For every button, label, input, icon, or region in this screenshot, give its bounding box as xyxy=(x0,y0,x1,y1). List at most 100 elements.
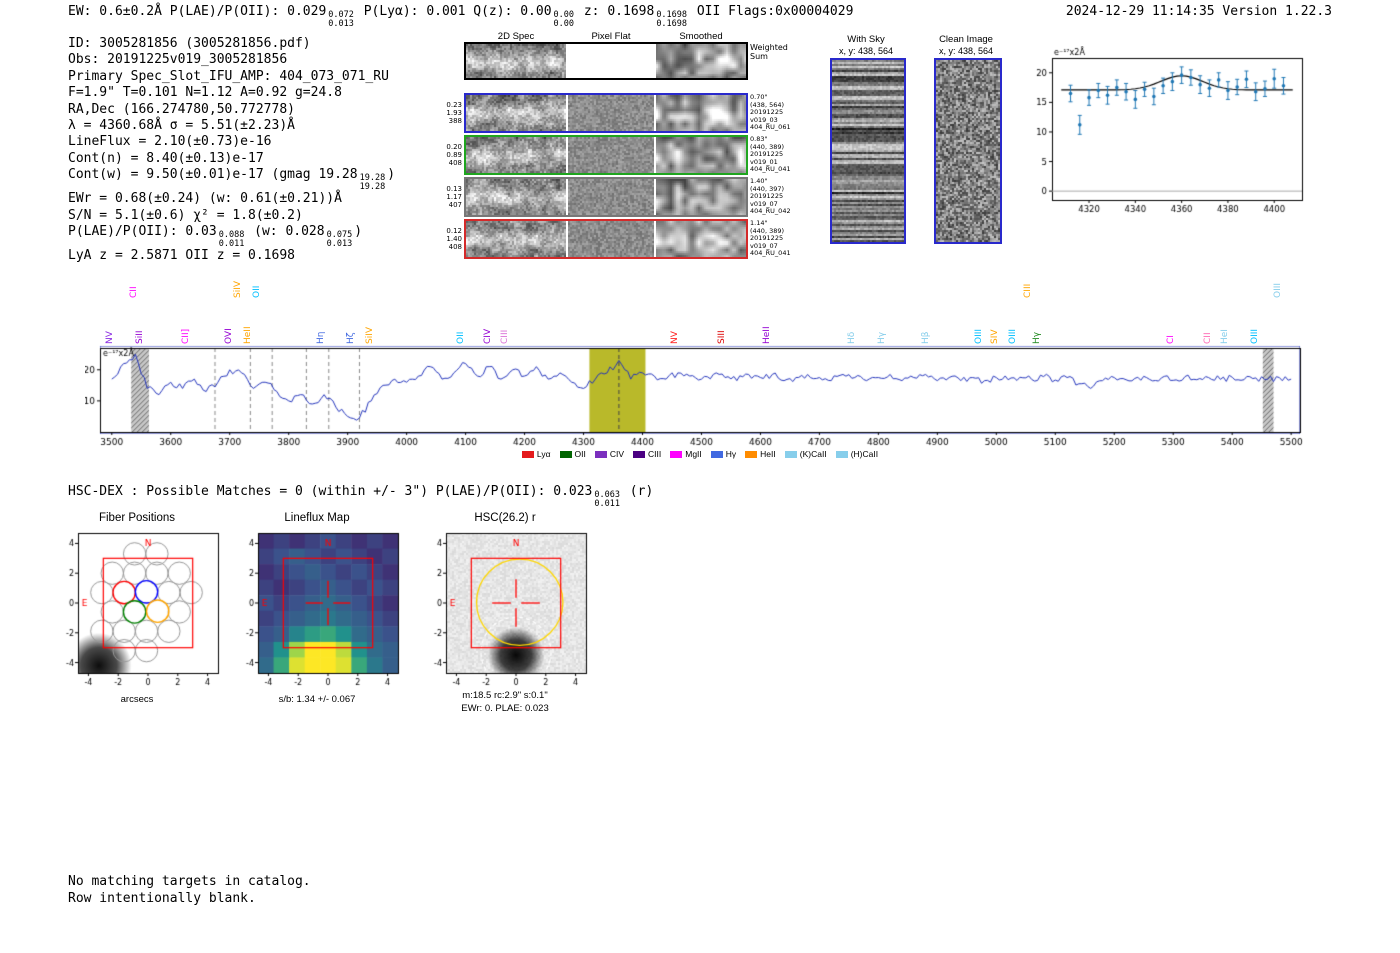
info-line: S/N = 5.1(±0.6) χ² = 1.8(±0.2) xyxy=(68,207,303,223)
2d-spec-row xyxy=(464,93,748,133)
cutout-row-stats: 0.23 1.93 388 xyxy=(446,101,462,125)
cutout-col-title-smoothed: Smoothed xyxy=(679,31,723,42)
info-line: LineFlux = 2.10(±0.73)e-16 xyxy=(68,134,272,150)
info-line: RA,Dec (166.274780,50.772778) xyxy=(68,101,295,117)
smoothed-cell xyxy=(656,137,746,173)
footer-line-1: No matching targets in catalog. xyxy=(68,874,311,889)
hsc-image-xlabel-1: m:18.5 rc:2.9" s:0.1" xyxy=(462,690,548,701)
cutout-row-stats: 0.20 0.89 408 xyxy=(446,143,462,167)
legend-swatch xyxy=(835,450,848,458)
2d-spec-row xyxy=(464,42,748,80)
lineflux-map-title: Lineflux Map xyxy=(284,512,350,524)
legend-item: CIV xyxy=(594,449,624,459)
legend-item: MgII xyxy=(670,449,702,459)
legend-swatch xyxy=(521,450,534,458)
cutout-row-stats: 0.12 1.40 408 xyxy=(446,227,462,251)
legend-item: CIII xyxy=(633,449,661,459)
2d-spec-cell xyxy=(466,221,566,257)
with-sky-coords: x, y: 438, 564 xyxy=(838,46,894,56)
lineflux-map-xlabel: s/b: 1.34 +/- 0.067 xyxy=(278,694,356,705)
legend-item: OII xyxy=(559,449,586,459)
2d-spec-cell xyxy=(466,137,566,173)
fiber-positions-title: Fiber Positions xyxy=(98,512,176,524)
report-datetime: 2024-12-29 11:14:35 Version 1.22.3 xyxy=(1065,4,1332,19)
smoothed-cell xyxy=(656,44,746,78)
cutout-row-stats: 0.13 1.17 407 xyxy=(446,185,462,209)
2d-spec-cell xyxy=(466,179,566,215)
legend-swatch xyxy=(633,450,646,458)
pixel-flat-cell xyxy=(568,44,654,78)
emission-line-label: CII xyxy=(129,286,140,298)
line-fit-plot xyxy=(1018,46,1310,218)
with-sky-image xyxy=(830,58,906,244)
legend-swatch xyxy=(784,450,797,458)
legend-item: Hγ xyxy=(710,449,736,459)
stacked-fraction: 0.063 0.011 xyxy=(594,490,620,509)
smoothed-cell xyxy=(656,221,746,257)
full-spectrum-plot xyxy=(85,336,1311,448)
info-line: P(LAE)/P(OII): 0.03 0.088 0.011 (w: 0.028 0… xyxy=(68,224,363,249)
with-sky-title: With Sky xyxy=(847,34,885,45)
stacked-fraction: 0.00 0.00 xyxy=(553,10,575,29)
legend-swatch xyxy=(594,450,607,458)
smoothed-cell xyxy=(656,179,746,215)
legend-swatch xyxy=(670,450,683,458)
report-canvas: EW: 0.6±0.2Å P(LAE)/P(OII): 0.029 0.072 0.… xyxy=(0,0,1400,953)
legend-swatch xyxy=(745,450,758,458)
2d-spec-cell xyxy=(466,44,566,78)
hsc-image-title: HSC(26.2) r xyxy=(474,512,536,524)
info-line: Cont(n) = 8.40(±0.13)e-17 xyxy=(68,150,264,166)
spectrum-legend: Lyα OII CIV CIII MgII Hγ HeII (K)CaII (H)CaII xyxy=(100,449,1300,459)
target-info-block: ID: 3005281856 (3005281856.pdf) Obs: 2019… xyxy=(68,36,395,264)
emission-line-label: CIII xyxy=(1023,283,1034,298)
elixer-report-page: { "header": { "left_segments": [ {"t":"E… xyxy=(0,0,1400,953)
info-line: Cont(w) = 9.50(±0.01)e-17 (gmag 19.28 19.… xyxy=(68,167,396,192)
info-line: LyA z = 2.5871 OII z = 0.1698 xyxy=(68,248,295,264)
hsc-dex-line: HSC-DEX : Possible Matches = 0 (within +… xyxy=(68,484,654,509)
cutout-row-label: 1.14" (440, 389) 20191225 v019_07 404_RU_041 xyxy=(750,219,791,258)
stacked-fraction: 0.075 0.013 xyxy=(326,230,353,249)
header-stats-line: EW: 0.6±0.2Å P(LAE)/P(OII): 0.029 0.072 0.… xyxy=(68,4,854,29)
pixel-flat-cell xyxy=(568,221,654,257)
legend-item: (H)CaII xyxy=(835,449,878,459)
stacked-fraction: 0.088 0.011 xyxy=(218,230,245,249)
footer-line-2: Row intentionally blank. xyxy=(68,890,256,906)
info-line: λ = 4360.68Å σ = 5.51(±2.23)Å xyxy=(68,118,295,134)
legend-item: HeII xyxy=(745,449,776,459)
cutout-col-title-2dspec: 2D Spec xyxy=(497,31,535,42)
info-line: ID: 3005281856 (3005281856.pdf) xyxy=(68,36,311,51)
pixel-flat-cell xyxy=(568,95,654,131)
legend-swatch xyxy=(559,450,572,458)
pixel-flat-cell xyxy=(568,137,654,173)
info-line: Obs: 20191225v019_3005281856 xyxy=(68,52,288,68)
2d-spec-row xyxy=(464,177,748,217)
info-line: F=1.9" T=0.101 N=1.12 A=0.92 g=24.8 xyxy=(68,85,342,101)
cutout-row-label: 1.40" (440, 397) 20191225 v019_07 404_RU_042 xyxy=(750,177,791,216)
emission-line-label: SiIV xyxy=(233,280,244,298)
pixel-flat-cell xyxy=(568,179,654,215)
info-line: EWr = 0.68(±0.24) (w: 0.61(±0.21))Å xyxy=(68,191,342,207)
lineflux-map-panel xyxy=(230,527,404,689)
cutout-row-label: Weighted Sum xyxy=(750,43,788,61)
hsc-image-panel xyxy=(418,527,592,689)
2d-spec-row xyxy=(464,135,748,175)
stacked-fraction: 19.28 19.28 xyxy=(359,173,386,192)
footer-note: No matching targets in catalog. Row inte… xyxy=(68,874,311,907)
legend-item: (K)CaII xyxy=(784,449,827,459)
emission-line-label: OII xyxy=(252,285,263,298)
hsc-image-xlabel-2: EWr: 0. PLAE: 0.023 xyxy=(461,703,549,714)
2d-spec-row xyxy=(464,219,748,259)
clean-image-coords: x, y: 438, 564 xyxy=(938,46,994,56)
stacked-fraction: 0.072 0.013 xyxy=(328,10,354,29)
2d-spec-cell xyxy=(466,95,566,131)
smoothed-cell xyxy=(656,95,746,131)
cutout-row-label: 0.70" (438, 564) 20191225 v019_03 404_RU_061 xyxy=(750,93,791,132)
legend-swatch xyxy=(710,450,723,458)
clean-image-title: Clean Image xyxy=(939,34,993,45)
cutout-col-title-pixelflat: Pixel Flat xyxy=(591,31,631,42)
emission-line-label: OIII xyxy=(1273,282,1284,298)
info-line: Primary Spec_Slot_IFU_AMP: 404_073_071_R… xyxy=(68,68,389,84)
clean-image xyxy=(934,58,1002,244)
fiber-positions-panel xyxy=(50,527,224,689)
legend-item: Lyα xyxy=(521,449,551,459)
